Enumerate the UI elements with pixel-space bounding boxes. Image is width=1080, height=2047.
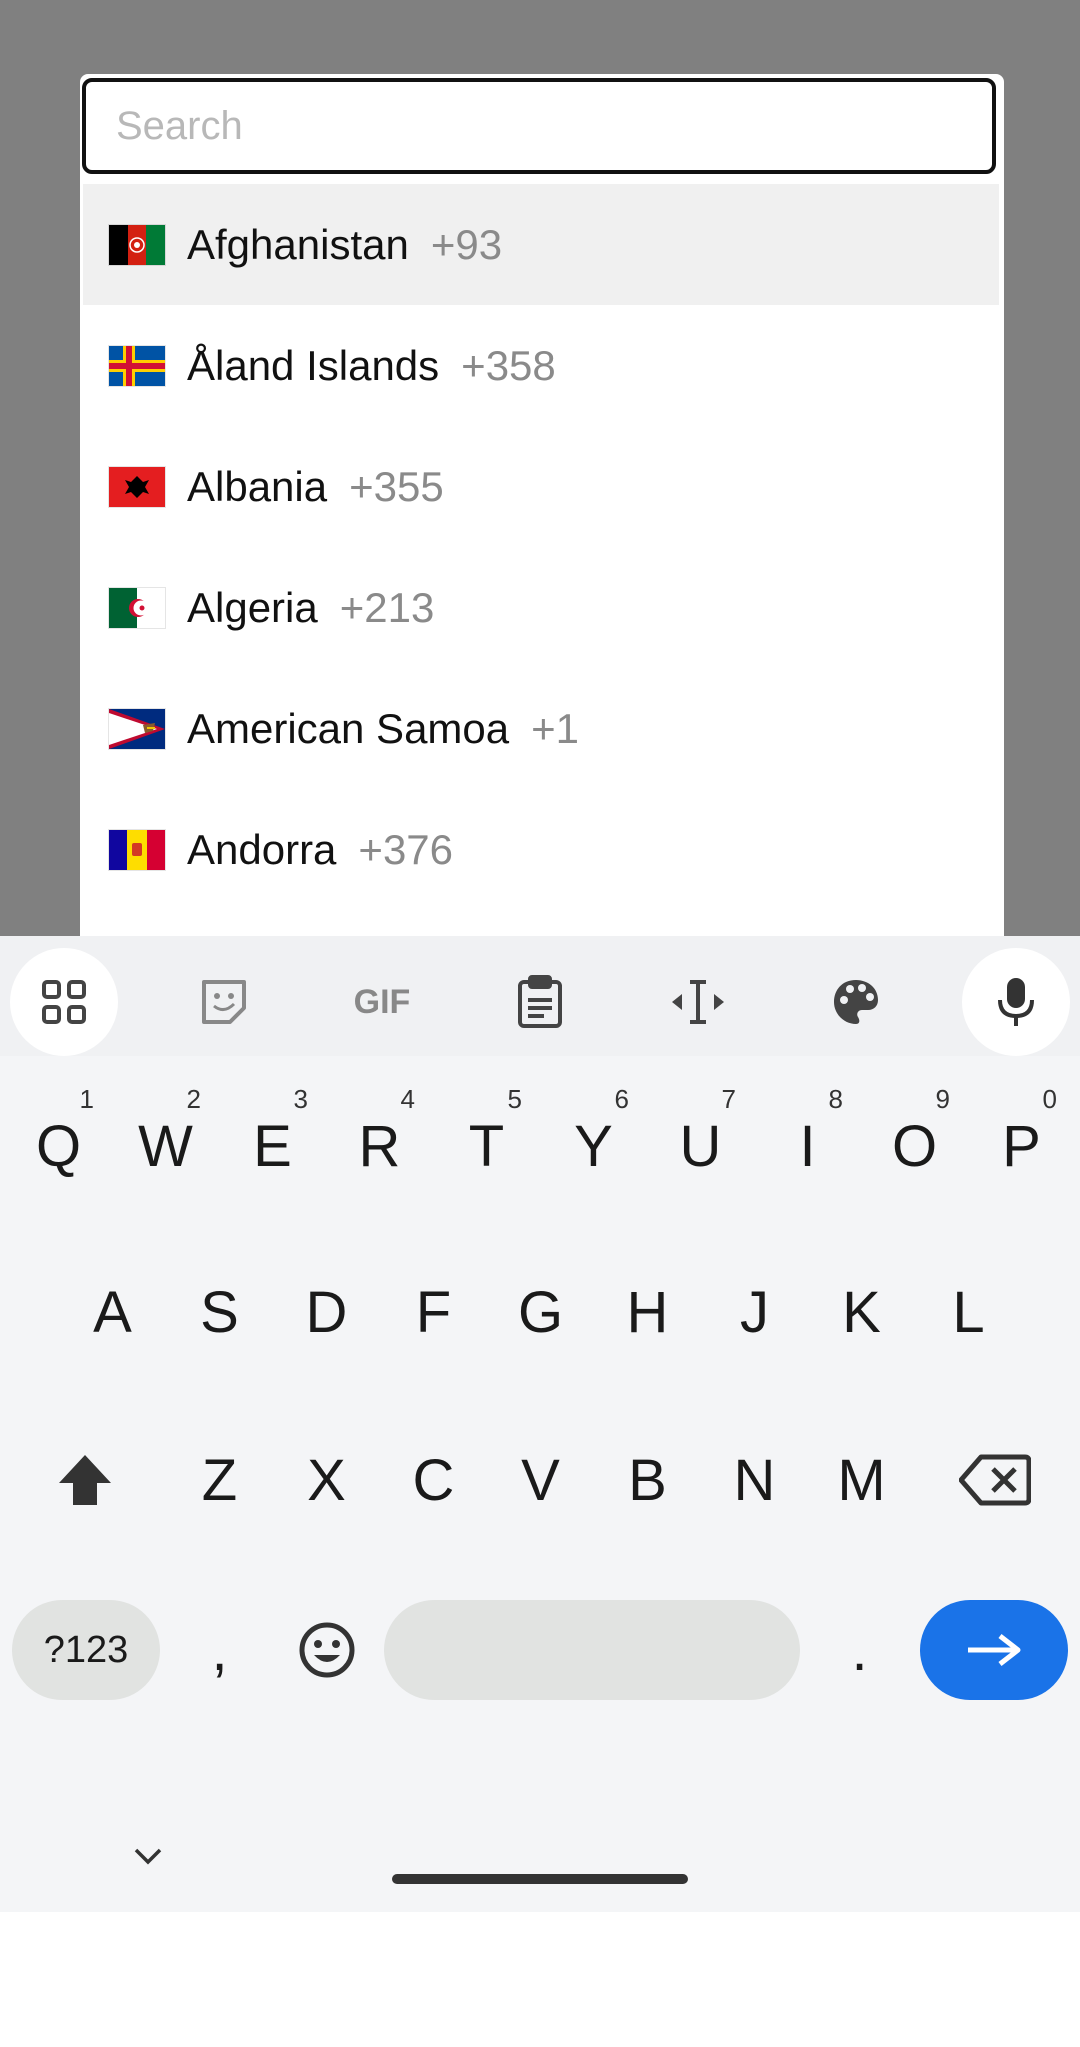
andorra-flag-icon: [109, 829, 165, 870]
country-dial-code: +1: [531, 704, 580, 752]
key-label: U: [679, 1113, 722, 1179]
key-label: T: [468, 1113, 505, 1179]
country-list[interactable]: Afghanistan +93 Åland Islands +358 Alban…: [83, 184, 999, 910]
country-dial-code: +358: [461, 341, 556, 389]
key-label: E: [253, 1113, 292, 1179]
key-j[interactable]: J: [701, 1242, 808, 1382]
shift-key[interactable]: [10, 1410, 160, 1550]
country-name: Andorra: [187, 825, 337, 873]
key-i[interactable]: I 8: [754, 1076, 861, 1216]
list-item[interactable]: Afghanistan +93: [83, 184, 999, 305]
key-hint: 4: [400, 1084, 415, 1114]
key-n[interactable]: N: [701, 1410, 808, 1550]
country-picker-dialog: Afghanistan +93 Åland Islands +358: [80, 74, 1004, 936]
key-b[interactable]: B: [594, 1410, 701, 1550]
key-label: Q: [35, 1113, 82, 1179]
microphone-icon[interactable]: [962, 948, 1070, 1056]
search-input[interactable]: [82, 78, 996, 174]
key-x[interactable]: X: [273, 1410, 380, 1550]
key-label: P: [1002, 1113, 1041, 1179]
home-indicator[interactable]: [392, 1874, 688, 1884]
key-label: W: [138, 1113, 193, 1179]
country-dial-code: +376: [358, 825, 454, 873]
albania-flag-icon: [109, 466, 165, 507]
gif-label: GIF: [353, 982, 411, 1021]
arrow-right-icon: [968, 1634, 1021, 1666]
hide-keyboard-button[interactable]: [108, 1816, 188, 1896]
list-item[interactable]: American Samoa +1: [83, 668, 999, 789]
list-item[interactable]: Albania +355: [83, 426, 999, 547]
key-t[interactable]: T 5: [433, 1076, 540, 1216]
enter-key[interactable]: [920, 1600, 1068, 1700]
key-d[interactable]: D: [273, 1242, 380, 1382]
key-hint: 1: [79, 1084, 94, 1114]
key-label: O: [891, 1113, 938, 1179]
apps-grid-icon[interactable]: [10, 948, 118, 1056]
country-name: Albania: [187, 462, 328, 510]
key-w[interactable]: W 2: [112, 1076, 219, 1216]
key-hint: 9: [935, 1084, 950, 1114]
emoji-icon: [299, 1622, 354, 1678]
algeria-flag-icon: [109, 587, 165, 628]
key-label: Y: [574, 1113, 613, 1179]
space-bar[interactable]: [384, 1600, 800, 1700]
key-a[interactable]: A: [59, 1242, 166, 1382]
gif-icon[interactable]: GIF: [328, 948, 436, 1056]
country-name: Algeria: [187, 583, 318, 631]
country-dial-code: +213: [339, 583, 435, 631]
key-h[interactable]: H: [594, 1242, 701, 1382]
on-screen-keyboard: G I F Q 1 W 2 E 3 R 4 T 5 Y 6 U 7 I 8 O 9 …: [0, 936, 1080, 1912]
sticker-icon[interactable]: [170, 948, 278, 1056]
key-hint: 2: [186, 1084, 201, 1114]
symbols-key[interactable]: ?123: [12, 1600, 160, 1700]
country-dial-code: +93: [430, 220, 503, 268]
clipboard-icon[interactable]: [486, 948, 594, 1056]
key-hint: 8: [828, 1084, 843, 1114]
key-g[interactable]: G: [487, 1242, 594, 1382]
list-item[interactable]: Algeria +213: [83, 547, 999, 668]
comma-key[interactable]: ,: [166, 1580, 273, 1720]
key-k[interactable]: K: [808, 1242, 915, 1382]
shift-icon: [59, 1455, 111, 1505]
key-u[interactable]: U 7: [647, 1076, 754, 1216]
key-label: I: [799, 1113, 816, 1179]
afghanistan-flag-icon: [109, 224, 165, 265]
key-y[interactable]: Y 6: [540, 1076, 647, 1216]
chevron-down-icon: [134, 1848, 162, 1865]
emoji-key[interactable]: [273, 1580, 380, 1720]
backspace-key[interactable]: [920, 1410, 1070, 1550]
key-e[interactable]: E 3: [219, 1076, 326, 1216]
key-c[interactable]: C: [380, 1410, 487, 1550]
key-q[interactable]: Q 1: [5, 1076, 112, 1216]
key-label: R: [358, 1113, 401, 1179]
key-f[interactable]: F: [380, 1242, 487, 1382]
keyboard-toolbar: GIF: [0, 936, 1080, 1056]
key-r[interactable]: R 4: [326, 1076, 433, 1216]
key-v[interactable]: V: [487, 1410, 594, 1550]
text-cursor-icon[interactable]: [644, 948, 752, 1056]
key-hint: 3: [293, 1084, 308, 1114]
american-samoa-flag-icon: [109, 708, 165, 749]
backspace-icon: [959, 1454, 1031, 1506]
country-name: American Samoa: [187, 704, 510, 752]
country-dial-code: +355: [349, 462, 444, 510]
period-key[interactable]: .: [806, 1580, 913, 1720]
key-p[interactable]: P 0: [968, 1076, 1075, 1216]
list-item[interactable]: Åland Islands +358: [83, 305, 999, 426]
country-name: Åland Islands: [187, 341, 440, 389]
list-item[interactable]: Andorra +376: [83, 789, 999, 910]
country-name: Afghanistan: [187, 220, 409, 268]
key-hint: 5: [507, 1084, 522, 1114]
palette-icon[interactable]: [802, 948, 910, 1056]
key-o[interactable]: O 9: [861, 1076, 968, 1216]
key-z[interactable]: Z: [166, 1410, 273, 1550]
key-hint: 0: [1042, 1084, 1057, 1114]
aland-islands-flag-icon: [109, 345, 165, 386]
key-hint: 7: [721, 1084, 736, 1114]
key-s[interactable]: S: [166, 1242, 273, 1382]
key-m[interactable]: M: [808, 1410, 915, 1550]
key-hint: 6: [614, 1084, 629, 1114]
key-l[interactable]: L: [915, 1242, 1022, 1382]
